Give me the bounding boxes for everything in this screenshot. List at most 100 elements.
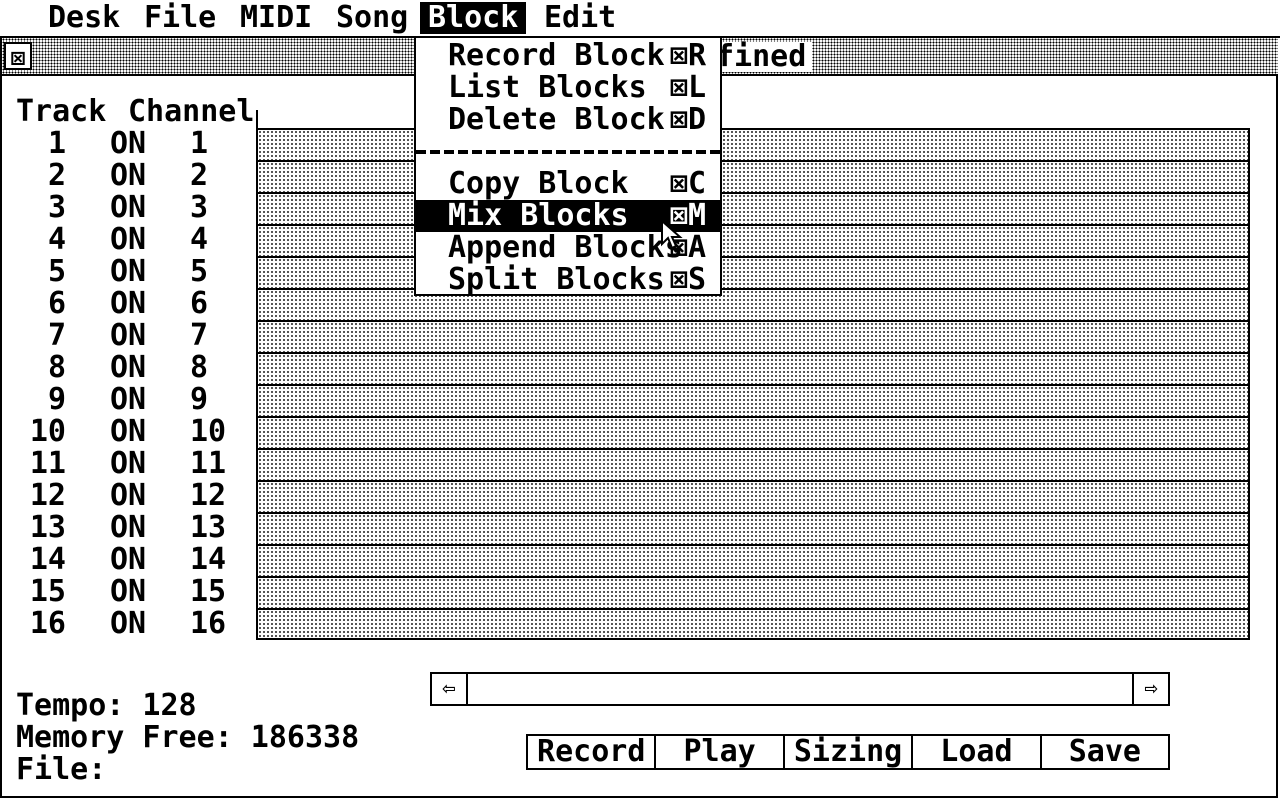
play-button[interactable]: Play (656, 736, 785, 768)
menu-item-shortcut: ⊠D (670, 102, 707, 137)
track-state-toggle[interactable]: ON (110, 608, 146, 640)
track-lane[interactable] (256, 576, 1250, 608)
menu-item-label: Record Block (448, 38, 665, 73)
menu-item-list-blocks[interactable]: List Blocks ⊠L (416, 72, 720, 104)
menu-item-record-block[interactable]: Record Block ⊠R (416, 40, 720, 72)
track-number: 1 (47, 126, 66, 161)
menu-file[interactable]: File (136, 2, 224, 34)
menu-edit[interactable]: Edit (536, 2, 624, 34)
track-channel[interactable]: 15 (190, 576, 226, 608)
menu-desk[interactable]: Desk (40, 2, 128, 34)
track-state-toggle[interactable]: ON (110, 480, 146, 512)
track-lane[interactable] (256, 352, 1250, 384)
track-row[interactable]: 3 ON 3 (0, 192, 250, 224)
track-channel[interactable]: 2 (190, 160, 226, 192)
track-row[interactable]: 12 ON 12 (0, 480, 250, 512)
track-channel[interactable]: 12 (190, 480, 226, 512)
track-state-toggle[interactable]: ON (110, 288, 146, 320)
track-state-toggle[interactable]: ON (110, 352, 146, 384)
menu-item-split-blocks[interactable]: Split Blocks ⊠S (416, 264, 720, 296)
track-channel[interactable]: 9 (190, 384, 226, 416)
track-lane[interactable] (256, 192, 1250, 224)
track-channel[interactable]: 1 (190, 128, 226, 160)
track-state-toggle[interactable]: ON (110, 192, 146, 224)
track-channel[interactable]: 16 (190, 608, 226, 640)
track-channel[interactable]: 10 (190, 416, 226, 448)
track-state-toggle[interactable]: ON (110, 224, 146, 256)
track-row[interactable]: 14 ON 14 (0, 544, 250, 576)
track-row[interactable]: 16 ON 16 (0, 608, 250, 640)
track-lane[interactable] (256, 448, 1250, 480)
scroll-left-arrow-icon[interactable]: ⇦ (432, 674, 468, 704)
save-button[interactable]: Save (1042, 736, 1168, 768)
close-box-icon[interactable]: ⊠ (4, 42, 32, 72)
track-row[interactable]: 13 ON 13 (0, 512, 250, 544)
track-lane[interactable] (256, 128, 1250, 160)
menu-block[interactable]: Block (420, 2, 527, 34)
track-channel[interactable]: 5 (190, 256, 226, 288)
track-channel[interactable]: 8 (190, 352, 226, 384)
track-channel[interactable]: 3 (190, 192, 226, 224)
track-row[interactable]: 8 ON 8 (0, 352, 250, 384)
track-channel[interactable]: 13 (190, 512, 226, 544)
record-button[interactable]: Record (528, 736, 657, 768)
track-state-toggle[interactable]: ON (110, 416, 146, 448)
track-row[interactable]: 6 ON 6 (0, 288, 250, 320)
track-lane[interactable] (256, 512, 1250, 544)
scroll-right-arrow-icon[interactable]: ⇨ (1132, 674, 1168, 704)
horizontal-scrollbar[interactable]: ⇦ ⇨ (430, 672, 1170, 706)
track-state-toggle[interactable]: ON (110, 256, 146, 288)
track-lane[interactable] (256, 224, 1250, 256)
track-lane[interactable] (256, 608, 1250, 640)
menu-item-delete-block[interactable]: Delete Block ⊠D (416, 104, 720, 136)
file-readout: File: (16, 752, 107, 787)
track-lane[interactable] (256, 480, 1250, 512)
track-state-toggle[interactable]: ON (110, 160, 146, 192)
menu-item-copy-block[interactable]: Copy Block ⊠C (416, 168, 720, 200)
track-row[interactable]: 10 ON 10 (0, 416, 250, 448)
track-row[interactable]: 4 ON 4 (0, 224, 250, 256)
track-number: 16 (29, 606, 66, 641)
track-lane[interactable] (256, 384, 1250, 416)
track-state-toggle[interactable]: ON (110, 384, 146, 416)
track-state-toggle[interactable]: ON (110, 512, 146, 544)
track-number: 8 (47, 350, 66, 385)
menu-item-label: List Blocks (448, 70, 647, 105)
track-row[interactable]: 1 ON 1 (0, 128, 250, 160)
track-lane[interactable] (256, 256, 1250, 288)
track-state-toggle[interactable]: ON (110, 128, 146, 160)
track-channel[interactable]: 14 (190, 544, 226, 576)
track-lane[interactable] (256, 544, 1250, 576)
track-row[interactable]: 11 ON 11 (0, 448, 250, 480)
load-button[interactable]: Load (913, 736, 1042, 768)
track-channel[interactable]: 4 (190, 224, 226, 256)
track-lane[interactable] (256, 320, 1250, 352)
menu-item-label: Mix Blocks (448, 198, 629, 233)
menu-item-shortcut: ⊠R (670, 38, 707, 73)
track-channel[interactable]: 6 (190, 288, 226, 320)
track-lane[interactable] (256, 288, 1250, 320)
sizing-button[interactable]: Sizing (785, 736, 914, 768)
track-number: 12 (29, 478, 66, 513)
tempo-readout: Tempo: 128 (16, 688, 197, 723)
track-state-toggle[interactable]: ON (110, 320, 146, 352)
track-state-toggle[interactable]: ON (110, 544, 146, 576)
menu-midi[interactable]: MIDI (232, 2, 320, 34)
channel-column-header: Channel (128, 94, 255, 129)
track-state-toggle[interactable]: ON (110, 576, 146, 608)
menu-item-label: Copy Block (448, 166, 629, 201)
track-row[interactable]: 2 ON 2 (0, 160, 250, 192)
track-channel[interactable]: 7 (190, 320, 226, 352)
track-row[interactable]: 5 ON 5 (0, 256, 250, 288)
menu-song[interactable]: Song (328, 2, 416, 34)
menu-item-label: Append Blocks (448, 230, 683, 265)
menu-item-label: Delete Block (448, 102, 665, 137)
track-row[interactable]: 7 ON 7 (0, 320, 250, 352)
menu-item-label: Split Blocks (448, 262, 665, 297)
track-lane[interactable] (256, 416, 1250, 448)
track-state-toggle[interactable]: ON (110, 448, 146, 480)
track-lane[interactable] (256, 160, 1250, 192)
track-row[interactable]: 15 ON 15 (0, 576, 250, 608)
track-row[interactable]: 9 ON 9 (0, 384, 250, 416)
track-channel[interactable]: 11 (190, 448, 226, 480)
